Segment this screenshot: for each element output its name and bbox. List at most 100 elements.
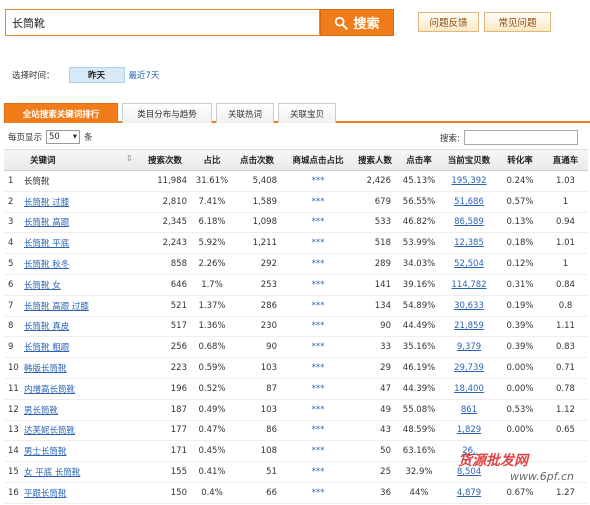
ctr-cell: 34.03% — [397, 253, 441, 275]
clicks-cell: 292 — [231, 253, 283, 275]
keyword-link-cell: 女 平底 长筒靴 — [22, 461, 137, 483]
keyword-link[interactable]: 平跟长筒靴 — [24, 489, 67, 499]
item-count-link[interactable]: 29,739 — [454, 363, 484, 373]
table-row: 8 长筒靴 真皮 517 1.36% 230 *** 90 44.49% 21,859 0.39%… — [4, 316, 588, 338]
keyword-link[interactable]: 长筒靴 女 — [24, 281, 61, 291]
keyword-link[interactable]: 达芙妮长筒靴 — [24, 426, 75, 436]
item-count-link-cell: 21,859 — [441, 316, 497, 338]
search-count-cell: 11,984 — [137, 170, 193, 192]
search-count-cell: 858 — [137, 253, 193, 275]
clicks-cell: 1,211 — [231, 232, 283, 255]
filter-input[interactable] — [463, 130, 578, 145]
keyword-link[interactable]: 长筒靴 秋冬 — [24, 260, 69, 270]
keyword-link[interactable]: 长筒靴 平底 — [24, 239, 69, 249]
keyword-link[interactable]: 内增高长筒靴 — [24, 385, 75, 395]
col-search-count[interactable]: 搜索次数 — [137, 149, 193, 171]
ratio-cell: 0.59% — [193, 357, 231, 379]
item-count-link-cell: 30,633 — [441, 295, 497, 317]
col-clicks[interactable]: 点击次数 — [231, 149, 283, 171]
ratio-cell: 7.41% — [193, 191, 231, 213]
faq-button[interactable]: 常见问题 — [484, 12, 551, 32]
search-button[interactable]: 搜索 — [320, 9, 394, 36]
col-keyword[interactable]: 关键词 ⇕ — [22, 149, 137, 171]
keyword-link[interactable]: 长筒靴 真皮 — [24, 322, 69, 332]
row-index-cell: 9 — [4, 336, 22, 359]
ratio-cell: 5.92% — [193, 232, 231, 255]
col-conversion[interactable]: 转化率 — [497, 149, 543, 171]
conversion-cell: 0.00% — [497, 378, 543, 400]
tab-related-items[interactable]: 关联宝贝 — [278, 103, 336, 123]
row-index-cell: 15 — [4, 461, 22, 483]
perpage-control: 每页显示 50 ▾ 条 — [8, 130, 93, 144]
item-count-link[interactable]: 195,392 — [451, 176, 486, 186]
item-count-link-cell: 4,879 — [441, 482, 497, 504]
ztc-cell: 1.27 — [543, 482, 588, 504]
item-count-link[interactable]: 114,782 — [451, 280, 486, 290]
keyword-link-cell: 内增高长筒靴 — [22, 378, 137, 400]
item-count-link[interactable]: 1,829 — [457, 425, 481, 435]
col-ztc[interactable]: 直通车 — [543, 149, 588, 171]
item-count-link[interactable]: 861 — [461, 405, 477, 415]
keyword-link-cell: 长筒靴 平底 — [22, 232, 137, 255]
search-count-cell: 171 — [137, 440, 193, 463]
item-count-link[interactable]: 12,385 — [454, 238, 484, 248]
item-count-link[interactable]: 18,400 — [454, 384, 484, 394]
search-button-label: 搜索 — [353, 17, 380, 32]
ratio-cell: 0.49% — [193, 399, 231, 421]
perpage-select[interactable]: 50 ▾ — [46, 130, 81, 144]
perpage-value: 50 — [49, 132, 60, 142]
ctr-cell: 48.59% — [397, 420, 441, 442]
tab-related-words[interactable]: 关联热词 — [216, 103, 274, 123]
item-count-link[interactable]: 30,633 — [454, 301, 484, 311]
keyword-link[interactable]: 韩版长筒靴 — [24, 364, 67, 374]
time-option-7days[interactable]: 最近7天 — [129, 67, 160, 83]
col-ratio[interactable]: 占比 — [193, 149, 231, 171]
keyword-link[interactable]: 男长筒靴 — [24, 406, 58, 416]
item-count-link[interactable]: 52,504 — [454, 259, 484, 269]
item-count-link[interactable]: 9,379 — [457, 342, 481, 352]
col-item-count[interactable]: 当前宝贝数 — [441, 149, 497, 171]
keyword-link[interactable]: 长筒靴 高跟 — [24, 218, 69, 228]
search-box[interactable] — [5, 9, 320, 36]
col-search-people[interactable]: 搜索人数 — [353, 149, 397, 171]
item-count-link[interactable]: 51,686 — [454, 197, 484, 207]
table-row: 9 长筒靴 粗跟 256 0.68% 90 *** 33 35.16% 9,379 0.39% 0.… — [4, 336, 588, 359]
search-input[interactable] — [6, 10, 319, 35]
ztc-cell: 1 — [543, 191, 588, 213]
col-ctr[interactable]: 点击率 — [397, 149, 441, 171]
keyword-link[interactable]: 男士长筒靴 — [24, 447, 67, 457]
keyword-link[interactable]: 长筒靴 粗跟 — [24, 343, 69, 353]
time-option-yesterday[interactable]: 昨天 — [68, 67, 125, 83]
keyword-link[interactable]: 长筒靴 过膝 — [24, 198, 69, 208]
keyword-link-cell: 长筒靴 — [22, 170, 137, 192]
mall-click-ratio-cell: *** — [283, 399, 353, 421]
keyword-link-cell: 长筒靴 女 — [22, 274, 137, 296]
item-count-link[interactable]: 86,589 — [454, 217, 484, 227]
table-row: 2 长筒靴 过膝 2,810 7.41% 1,589 *** 679 56.55% 51,686… — [4, 191, 588, 213]
item-count-link-cell: 114,782 — [441, 274, 497, 296]
ctr-cell: 46.82% — [397, 212, 441, 234]
perpage-prefix: 每页显示 — [8, 133, 43, 143]
search-count-cell: 521 — [137, 295, 193, 317]
keyword-link-cell: 达芙妮长筒靴 — [22, 420, 137, 442]
table-row: 7 长筒靴 高跟 过膝 521 1.37% 286 *** 134 54.89% 30,633 0… — [4, 295, 588, 317]
search-count-cell: 2,345 — [137, 212, 193, 234]
keyword-link-cell: 长筒靴 过膝 — [22, 191, 137, 213]
row-index-cell: 6 — [4, 274, 22, 296]
tab-category-trend[interactable]: 类目分布与趋势 — [122, 103, 212, 123]
row-index-cell: 10 — [4, 357, 22, 379]
clicks-cell: 253 — [231, 274, 283, 296]
keyword-link[interactable]: 长筒靴 高跟 过膝 — [24, 302, 89, 312]
ztc-cell: 1.11 — [543, 316, 588, 338]
item-count-link[interactable]: 4,879 — [457, 488, 481, 498]
col-mall-click-ratio[interactable]: 商城点击占比 — [283, 149, 353, 171]
ztc-cell: 0.84 — [543, 274, 588, 296]
mall-click-ratio-cell: *** — [283, 482, 353, 504]
feedback-button[interactable]: 问题反馈 — [418, 12, 479, 32]
chevron-down-icon: ▾ — [72, 132, 78, 142]
row-index-cell: 3 — [4, 212, 22, 234]
item-count-link[interactable]: 21,859 — [454, 321, 484, 331]
table-row: 4 长筒靴 平底 2,243 5.92% 1,211 *** 518 53.99% 12,385… — [4, 232, 588, 255]
keyword-link[interactable]: 女 平底 长筒靴 — [24, 468, 80, 478]
tab-keyword-ranking[interactable]: 全站搜索关键词排行 — [4, 103, 118, 123]
